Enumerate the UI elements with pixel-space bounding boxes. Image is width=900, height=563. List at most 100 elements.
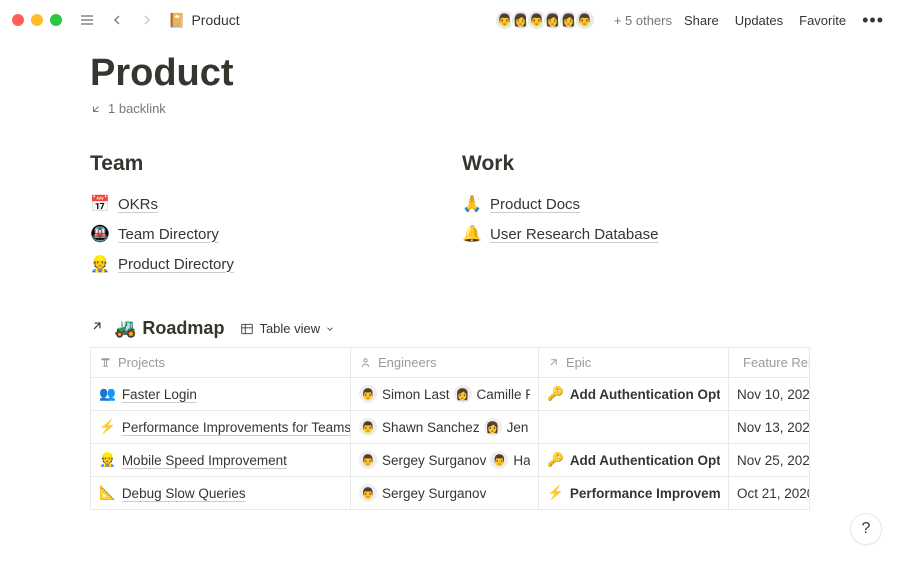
bell-icon: 🔔 (462, 224, 482, 244)
epic-icon: 🔑 (547, 452, 564, 468)
avatar: 👨 (574, 9, 596, 31)
table-row[interactable]: 👥 Faster Login 👨 Simon Last 👩 Camille R 🔑 Add A… (91, 378, 810, 411)
avatar: 👩 (484, 418, 502, 436)
view-label: Table view (259, 321, 320, 336)
avatar: 👨 (359, 451, 377, 469)
engineer-name: Sergey Surganov (382, 453, 486, 468)
more-icon[interactable]: ••• (858, 10, 888, 31)
tractor-icon: 🚜 (114, 318, 136, 339)
collaborator-avatars[interactable]: 👨 👩 👨 👩 👩 👨 (494, 9, 596, 31)
link-okrs[interactable]: 📅 OKRs (90, 194, 438, 214)
release-date: Oct 21, 2020 (729, 477, 810, 510)
table-row[interactable]: 📐 Debug Slow Queries 👨 Sergey Surganov ⚡ Perf… (91, 477, 810, 510)
work-heading: Work (462, 152, 810, 176)
epic-icon: ⚡ (547, 485, 564, 501)
engineer: 👨 Sergey Surganov (359, 451, 486, 469)
open-icon[interactable] (90, 319, 104, 338)
table-row[interactable]: 👷 Mobile Speed Improvement 👨 Sergey Surgano… (91, 444, 810, 477)
help-button[interactable]: ? (850, 513, 882, 545)
team-column: Team 📅 OKRs 🚇 Team Directory 👷 Product D… (90, 152, 438, 274)
release-date: Nov 10, 2020 (729, 378, 810, 411)
engineer-name: Simon Last (382, 387, 450, 402)
release-date: Nov 25, 2020 (729, 444, 810, 477)
engineer-name: Sergey Surganov (382, 486, 486, 501)
top-bar: 📔 Product 👨 👩 👨 👩 👩 👨 + 5 others Share U… (0, 0, 900, 40)
relation-icon (547, 356, 560, 369)
project-name: Debug Slow Queries (122, 486, 246, 501)
text-icon (99, 356, 112, 369)
col-header-projects[interactable]: Projects (91, 348, 351, 378)
pray-icon: 🙏 (462, 194, 482, 214)
team-heading: Team (90, 152, 438, 176)
project-name: Mobile Speed Improvement (122, 453, 287, 468)
calendar-icon: 📅 (90, 194, 110, 214)
roadmap-block: 🚜 Roadmap Table view Projects Engineers … (90, 318, 810, 510)
window-controls (12, 14, 62, 26)
engineer-name: Shawn Sanchez (382, 420, 480, 435)
avatar: 👨 (359, 385, 377, 403)
project-icon: 👥 (99, 386, 116, 402)
epic-name: Add Authentication Optio (570, 387, 720, 402)
page-title: Product (90, 52, 810, 95)
engineer: 👩 Jen (484, 418, 529, 436)
link-team-directory[interactable]: 🚇 Team Directory (90, 224, 438, 244)
share-button[interactable]: Share (680, 11, 723, 30)
project-icon: 📐 (99, 485, 116, 501)
roadmap-table: Projects Engineers Epic Feature Release … (90, 347, 810, 510)
others-count[interactable]: + 5 others (614, 13, 672, 28)
table-row[interactable]: ⚡ Performance Improvements for Teams 👨 Shaw… (91, 411, 810, 444)
engineer: 👨 Shawn Sanchez (359, 418, 480, 436)
window-zoom-icon[interactable] (50, 14, 62, 26)
breadcrumb-title: Product (191, 12, 239, 28)
roadmap-title-text: Roadmap (142, 318, 224, 339)
metro-icon: 🚇 (90, 224, 110, 244)
engineer: 👨 Sergey Surganov (359, 484, 486, 502)
engineer-name: Ha (513, 453, 530, 468)
breadcrumb[interactable]: 📔 Product (168, 12, 240, 29)
roadmap-title[interactable]: 🚜 Roadmap (114, 318, 224, 339)
release-date: Nov 13, 2020 (729, 411, 810, 444)
view-selector[interactable]: Table view (240, 321, 335, 336)
col-header-engineers[interactable]: Engineers (351, 348, 539, 378)
chevron-down-icon (325, 324, 335, 334)
avatar: 👨 (359, 484, 377, 502)
col-header-epic[interactable]: Epic (539, 348, 729, 378)
project-icon: 👷 (99, 452, 116, 468)
page-content: Product 1 backlink Team 📅 OKRs 🚇 Team Di… (0, 40, 900, 510)
window-minimize-icon[interactable] (31, 14, 43, 26)
worker-icon: 👷 (90, 254, 110, 274)
epic-name: Add Authentication Optio (570, 453, 720, 468)
avatar: 👩 (454, 385, 472, 403)
engineer: 👨 Simon Last (359, 385, 450, 403)
backlinks-button[interactable]: 1 backlink (90, 101, 810, 116)
nav-back-icon[interactable] (106, 9, 128, 31)
project-name: Faster Login (122, 387, 197, 402)
person-icon (359, 356, 372, 369)
link-label: OKRs (118, 196, 158, 213)
link-label: Product Docs (490, 196, 580, 213)
breadcrumb-page-icon: 📔 (168, 12, 185, 29)
engineer: 👩 Camille R (454, 385, 530, 403)
link-label: Team Directory (118, 226, 219, 243)
work-column: Work 🙏 Product Docs 🔔 User Research Data… (462, 152, 810, 274)
avatar: 👨 (490, 451, 508, 469)
engineer-name: Camille R (477, 387, 530, 402)
link-label: User Research Database (490, 226, 658, 243)
epic-icon: 🔑 (547, 386, 564, 402)
link-user-research[interactable]: 🔔 User Research Database (462, 224, 810, 244)
epic-name: Performance Improvemen (570, 486, 720, 501)
updates-button[interactable]: Updates (731, 11, 787, 30)
col-header-date[interactable]: Feature Release Date (729, 348, 810, 378)
window-close-icon[interactable] (12, 14, 24, 26)
project-name: Performance Improvements for Teams (122, 420, 351, 435)
menu-icon[interactable] (76, 9, 98, 31)
engineer-name: Jen (507, 420, 529, 435)
nav-forward-icon[interactable] (136, 9, 158, 31)
link-label: Product Directory (118, 256, 234, 273)
favorite-button[interactable]: Favorite (795, 11, 850, 30)
project-icon: ⚡ (99, 419, 116, 435)
link-product-directory[interactable]: 👷 Product Directory (90, 254, 438, 274)
backlinks-label: 1 backlink (108, 101, 166, 116)
avatar: 👨 (359, 418, 377, 436)
link-product-docs[interactable]: 🙏 Product Docs (462, 194, 810, 214)
